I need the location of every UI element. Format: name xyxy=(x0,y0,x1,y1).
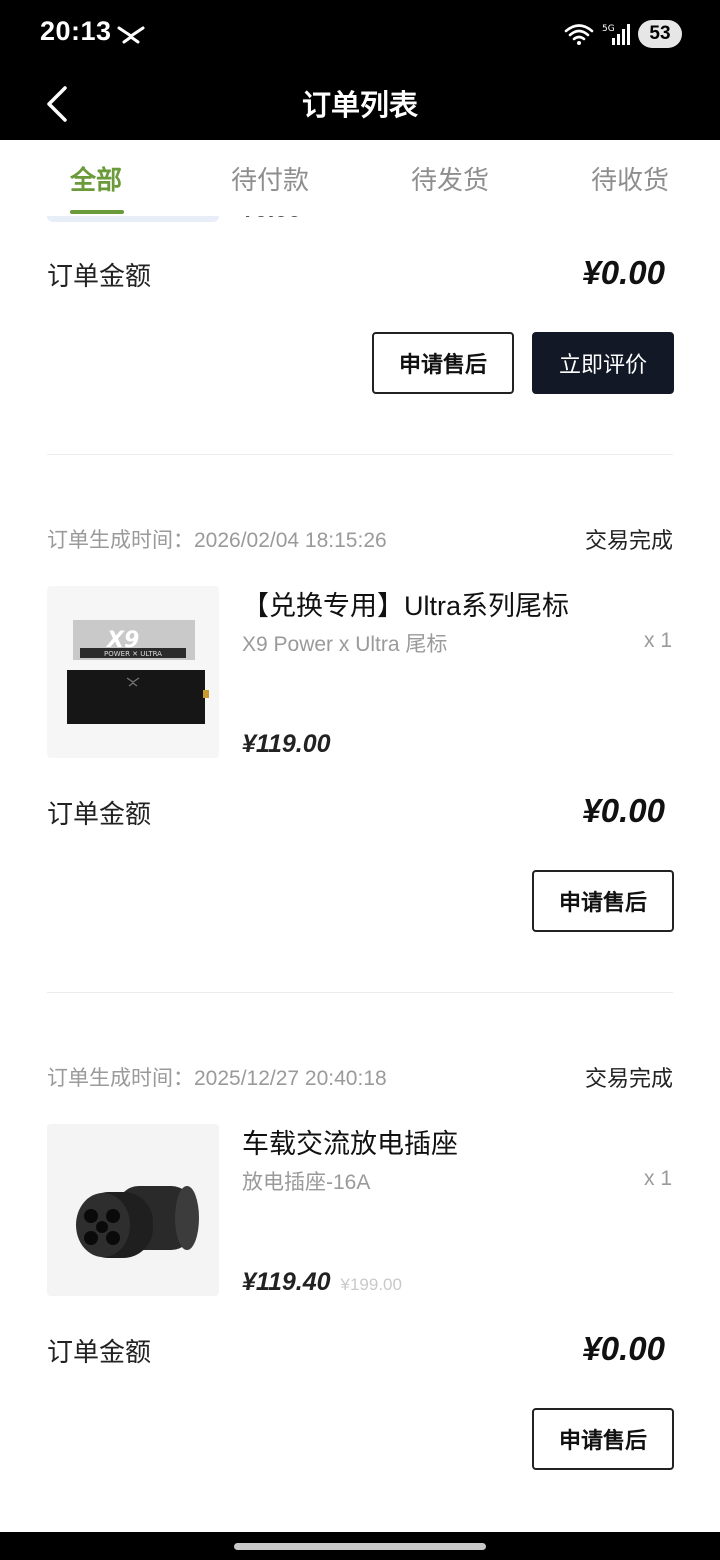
xpeng-logo-icon xyxy=(117,26,145,44)
order-status: 交易完成 xyxy=(584,528,673,553)
navigation-bar xyxy=(0,1532,720,1560)
product-quantity: x 1 xyxy=(643,1167,672,1190)
order-amount-label: 订单金额 xyxy=(47,1337,152,1367)
tab-pending-receipt[interactable]: 待收货 xyxy=(540,140,720,216)
after-sale-button[interactable]: 申请售后 xyxy=(532,870,674,932)
status-time: 20:13 xyxy=(40,16,112,46)
product-quantity: x 1 xyxy=(643,629,672,652)
product-price: ¥119.40 ¥199.00 xyxy=(242,1268,402,1297)
page-title: 订单列表 xyxy=(301,90,418,122)
order-amount-label: 订单金额 xyxy=(47,799,152,829)
price-value: ¥119.40 xyxy=(242,1268,331,1296)
order-time: 订单生成时间：2026/02/04 18:15:26 xyxy=(47,529,387,552)
svg-text:POWER ✕ ULTRA: POWER ✕ ULTRA xyxy=(104,650,162,658)
review-button[interactable]: 立即评价 xyxy=(532,332,674,394)
badge-product-image: X9 POWER ✕ ULTRA xyxy=(67,620,209,724)
product-name[interactable]: 【兑换专用】Ultra系列尾标 xyxy=(242,584,569,623)
order-list[interactable]: ¥0.00 订单金额 ¥0.00 申请售后 立即评价 订单生成时间：2026/0… xyxy=(0,140,720,1532)
tab-pending-payment[interactable]: 待付款 xyxy=(180,140,360,216)
status-bar: 20:13 5G 53 xyxy=(0,0,720,68)
product-spec: X9 Power x Ultra 尾标 xyxy=(242,633,448,656)
original-price: ¥199.00 xyxy=(340,1275,402,1294)
app-header: 订单列表 xyxy=(0,68,720,140)
socket-product-image xyxy=(76,1186,199,1258)
order-time: 订单生成时间：2025/12/27 20:40:18 xyxy=(47,1067,387,1090)
home-indicator[interactable] xyxy=(234,1543,486,1550)
price-value: ¥119.00 xyxy=(242,730,331,758)
divider xyxy=(47,454,673,455)
order-amount: ¥0.00 xyxy=(582,1330,665,1367)
product-price: ¥119.00 xyxy=(242,730,331,759)
tab-all[interactable]: 全部 xyxy=(0,140,180,216)
tab-pending-shipment[interactable]: 待发货 xyxy=(360,140,540,216)
order-amount: ¥0.00 xyxy=(582,792,665,829)
order-amount: ¥0.00 xyxy=(582,254,665,291)
divider xyxy=(47,992,673,993)
signal-icon: 5G xyxy=(602,24,630,45)
product-thumbnail[interactable]: X9 POWER ✕ ULTRA xyxy=(47,586,219,758)
product-thumbnail[interactable] xyxy=(47,1124,219,1296)
order-amount-label: 订单金额 xyxy=(47,261,152,291)
network-type: 5G xyxy=(602,24,615,34)
wifi-icon xyxy=(564,24,594,45)
after-sale-button[interactable]: 申请售后 xyxy=(532,1408,674,1470)
order-status: 交易完成 xyxy=(584,1066,673,1091)
after-sale-button[interactable]: 申请售后 xyxy=(372,332,514,394)
order-tabs: 全部 待付款 待发货 待收货 xyxy=(0,140,720,216)
battery-indicator: 53 xyxy=(638,20,682,48)
product-name[interactable]: 车载交流放电插座 xyxy=(242,1122,458,1161)
product-spec: 放电插座-16A xyxy=(242,1171,371,1194)
